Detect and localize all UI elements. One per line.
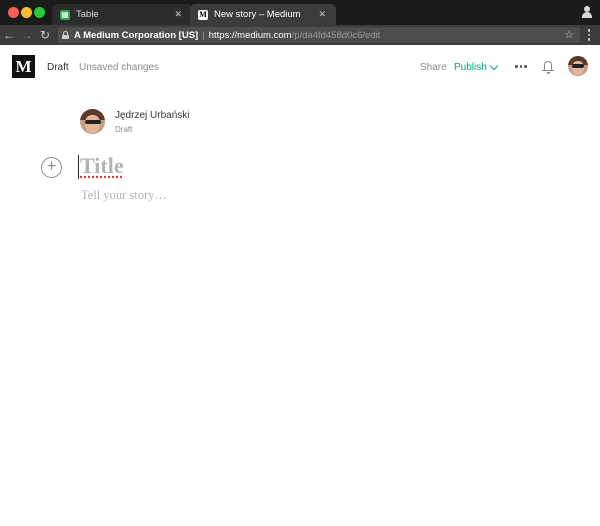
title-input[interactable]: Title bbox=[80, 153, 124, 179]
browser-toolbar: ← → ↻ A Medium Corporation [US] | https:… bbox=[0, 25, 600, 45]
notifications-bell-icon[interactable] bbox=[542, 60, 554, 74]
medium-logo[interactable]: M bbox=[12, 55, 35, 78]
share-button[interactable]: Share bbox=[420, 62, 447, 73]
tab-table[interactable]: ▦ Table ✕ bbox=[52, 4, 192, 25]
text-cursor bbox=[78, 155, 79, 179]
tab-new-story[interactable]: M New story – Medium ✕ bbox=[190, 4, 336, 25]
chevron-down-icon bbox=[489, 61, 499, 71]
back-icon[interactable]: ← bbox=[0, 25, 18, 45]
author-avatar[interactable] bbox=[80, 109, 105, 134]
publish-button[interactable]: Publish bbox=[454, 61, 499, 73]
close-icon[interactable]: ✕ bbox=[174, 9, 182, 20]
add-content-button[interactable]: + bbox=[41, 157, 62, 178]
medium-editor-page: M Draft Unsaved changes Share Publish Ję… bbox=[0, 45, 600, 526]
user-avatar[interactable] bbox=[568, 56, 588, 76]
more-options-icon[interactable] bbox=[515, 65, 527, 68]
site-organization: A Medium Corporation [US] bbox=[74, 29, 199, 41]
sheet-icon: ▦ bbox=[60, 9, 70, 20]
url-host: https://medium.com bbox=[208, 29, 292, 41]
address-bar[interactable]: A Medium Corporation [US] | https://medi… bbox=[58, 27, 580, 43]
medium-favicon-icon: M bbox=[198, 9, 208, 20]
browser-tab-bar: ▦ Table ✕ M New story – Medium ✕ bbox=[0, 0, 600, 25]
tab-title: Table bbox=[76, 9, 99, 20]
author-name[interactable]: Jędrzej Urbański bbox=[115, 110, 189, 121]
tab-title: New story – Medium bbox=[214, 9, 301, 20]
bookmark-star-icon[interactable]: ☆ bbox=[564, 27, 574, 43]
profile-icon[interactable] bbox=[582, 6, 592, 18]
minimize-window-button[interactable] bbox=[21, 7, 32, 18]
draft-label: Draft bbox=[47, 62, 69, 73]
save-status: Unsaved changes bbox=[79, 62, 160, 73]
forward-icon[interactable]: → bbox=[18, 25, 36, 45]
maximize-window-button[interactable] bbox=[34, 7, 45, 18]
browser-menu-icon[interactable] bbox=[584, 25, 594, 45]
author-post-status: Draft bbox=[115, 125, 133, 134]
lock-icon bbox=[62, 31, 69, 39]
reload-icon[interactable]: ↻ bbox=[36, 25, 54, 45]
publish-label: Publish bbox=[454, 62, 487, 73]
close-window-button[interactable] bbox=[8, 7, 19, 18]
url-path: /p/da4fd458d0c6/edit bbox=[291, 29, 381, 41]
close-icon[interactable]: ✕ bbox=[318, 9, 326, 20]
story-body-input[interactable]: Tell your story… bbox=[81, 188, 167, 203]
separator: | bbox=[202, 29, 205, 41]
